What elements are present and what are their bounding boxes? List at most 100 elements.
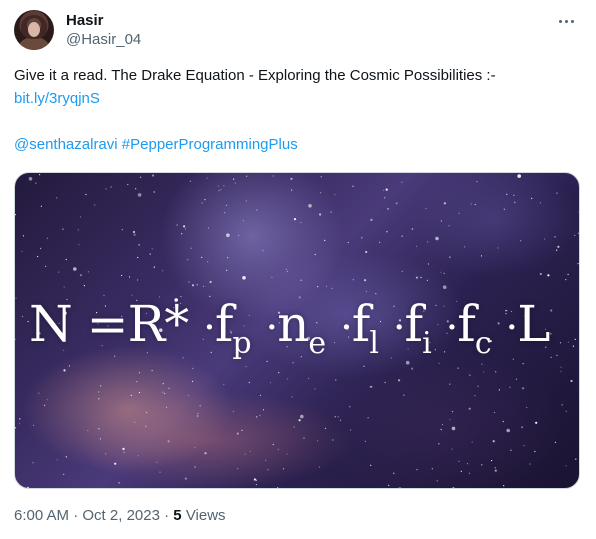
- star: [286, 270, 288, 273]
- star: [352, 185, 354, 187]
- star: [63, 369, 66, 372]
- star: [574, 234, 576, 236]
- star: [567, 273, 569, 276]
- star: [458, 460, 460, 462]
- star: [577, 232, 579, 234]
- star: [535, 421, 538, 424]
- star: [522, 363, 524, 365]
- star: [325, 285, 328, 287]
- star: [339, 419, 342, 421]
- star: [121, 229, 123, 231]
- star: [121, 274, 123, 277]
- star: [523, 445, 525, 447]
- star: [38, 392, 40, 394]
- star: [291, 189, 293, 191]
- star: [468, 472, 471, 474]
- star: [577, 263, 579, 265]
- star: [223, 383, 225, 385]
- hashtag-link[interactable]: #PepperProgrammingPlus: [122, 136, 298, 153]
- star: [291, 396, 293, 398]
- star: [21, 250, 23, 252]
- star: [99, 438, 101, 440]
- star: [242, 220, 244, 222]
- equation-subscript: e: [308, 326, 326, 361]
- star: [480, 255, 483, 257]
- star: [531, 197, 533, 199]
- star: [136, 381, 138, 383]
- tweet[interactable]: Hasir @Hasir_04 Give it a read. The Drak…: [0, 0, 596, 539]
- tweet-link[interactable]: bit.ly/3ryqjnS: [14, 90, 100, 107]
- star: [448, 225, 450, 227]
- star: [19, 418, 21, 420]
- star: [497, 247, 499, 249]
- star: [167, 440, 170, 443]
- equation-subscript: p: [232, 326, 251, 361]
- star: [324, 239, 326, 241]
- star: [441, 423, 444, 426]
- equation-dot: ·: [340, 305, 353, 351]
- star: [122, 447, 125, 450]
- star: [318, 466, 321, 468]
- tweet-media-image[interactable]: N =R* ·fp ·ne ·fl ·fi ·fc ·L: [14, 172, 580, 489]
- star: [503, 485, 505, 487]
- equation-term: n: [277, 295, 309, 353]
- star: [451, 411, 454, 413]
- author-handle[interactable]: @Hasir_04: [66, 30, 141, 50]
- star: [493, 411, 496, 414]
- star: [156, 461, 158, 463]
- tweet-header: Hasir @Hasir_04: [14, 10, 582, 54]
- star: [110, 186, 112, 188]
- star: [513, 194, 515, 196]
- avatar[interactable]: [14, 10, 54, 50]
- star: [114, 462, 117, 465]
- star: [492, 440, 495, 443]
- star: [194, 446, 196, 448]
- star: [223, 185, 225, 187]
- star: [544, 238, 546, 240]
- equation-term: f: [457, 295, 475, 353]
- star: [483, 371, 485, 373]
- star: [286, 453, 288, 455]
- star: [320, 192, 322, 194]
- star: [363, 365, 365, 367]
- star: [162, 383, 164, 385]
- star: [164, 392, 166, 395]
- star: [183, 225, 186, 228]
- star: [226, 269, 228, 271]
- star: [18, 423, 21, 425]
- star: [521, 426, 523, 428]
- tweet-date[interactable]: Oct 2, 2023: [82, 507, 160, 524]
- star: [118, 482, 120, 484]
- star: [561, 404, 563, 406]
- star: [138, 372, 141, 374]
- views-label: Views: [185, 507, 226, 524]
- star: [554, 441, 557, 443]
- star: [481, 464, 483, 466]
- star: [371, 386, 373, 388]
- star: [385, 188, 388, 191]
- mention-link[interactable]: @senthazalravi: [14, 136, 118, 153]
- star: [192, 367, 194, 369]
- star: [452, 487, 455, 488]
- star: [398, 379, 401, 382]
- star: [445, 488, 446, 489]
- star: [557, 245, 560, 248]
- star: [187, 394, 190, 396]
- star: [471, 441, 473, 443]
- star: [137, 193, 142, 197]
- star: [22, 235, 25, 237]
- more-options-button[interactable]: [552, 12, 580, 30]
- star: [248, 381, 250, 384]
- star: [298, 419, 301, 422]
- star: [460, 470, 462, 472]
- star: [65, 456, 67, 458]
- star: [436, 480, 438, 482]
- author-display-name[interactable]: Hasir: [66, 11, 141, 30]
- star: [468, 407, 471, 410]
- tweet-time[interactable]: 6:00 AM: [14, 507, 69, 524]
- star: [132, 230, 136, 234]
- star: [15, 214, 16, 216]
- star: [278, 372, 280, 374]
- star: [62, 228, 64, 230]
- star: [534, 450, 536, 453]
